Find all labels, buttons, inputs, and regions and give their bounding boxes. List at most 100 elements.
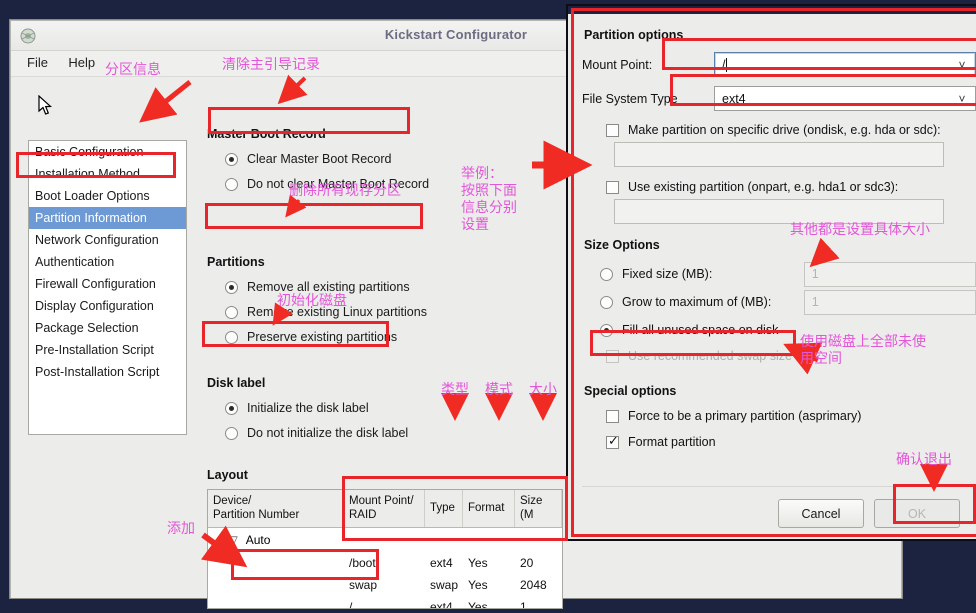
dialog-body: Partition options Mount Point: / ˅ File … <box>568 14 976 528</box>
column-header-type[interactable]: Type <box>425 490 463 527</box>
cell-size: 1 <box>520 600 527 609</box>
column-header-device[interactable]: Device/Partition Number <box>208 490 344 527</box>
radio-indicator <box>225 426 238 440</box>
onpart-label: Use existing partition (onpart, e.g. hda… <box>628 180 899 194</box>
cell-mount-point: / <box>349 600 353 609</box>
radio-initialize-disk-label[interactable]: Initialize the disk label <box>207 397 408 419</box>
grow-max-spinner[interactable]: 1 <box>803 289 976 315</box>
table-row[interactable]: swap swap Yes 2048 <box>208 574 562 596</box>
sidebar-item-installation-method[interactable]: Installation Method <box>29 163 186 185</box>
cell-format: Yes <box>468 600 488 609</box>
radio-indicator <box>225 401 238 415</box>
recommended-swap-label: Use recommended swap size <box>628 349 792 363</box>
radio-remove-all-existing-partitions[interactable]: Remove all existing partitions <box>207 276 427 298</box>
sidebar-item-boot-loader-options[interactable]: Boot Loader Options <box>29 185 186 207</box>
radio-clear-mbr[interactable]: Clear Master Boot Record <box>207 148 429 170</box>
format-partition-row[interactable]: Format partition <box>606 432 976 452</box>
menu-help[interactable]: Help <box>62 51 105 74</box>
asprimary-row[interactable]: Force to be a primary partition (asprima… <box>606 406 976 426</box>
table-group-label: Auto <box>245 533 271 547</box>
radio-label: Do not initialize the disk label <box>247 426 409 440</box>
cell-size: 20 <box>520 556 534 570</box>
cell-mount-point: /boot <box>349 556 376 570</box>
radio-preserve-existing-partitions[interactable]: Preserve existing partitions <box>207 326 427 348</box>
disk-label-group: Disk label Initialize the disk label Do … <box>207 376 408 447</box>
partition-layout-table[interactable]: Device/Partition Number Mount Point/RAID… <box>207 489 563 609</box>
dialog-titlebar <box>568 6 976 14</box>
radio-label: Do not clear Master Boot Record <box>247 177 430 191</box>
radio-remove-existing-linux-partitions[interactable]: Remove existing Linux partitions <box>207 301 427 323</box>
mbr-group-title: Master Boot Record <box>207 127 326 141</box>
radio-label: Remove all existing partitions <box>247 280 410 294</box>
checkbox-indicator <box>606 349 619 363</box>
special-options-title: Special options <box>584 384 677 398</box>
asprimary-label: Force to be a primary partition (asprima… <box>628 409 862 423</box>
screen: Kickstart Configurator File Help Basic C… <box>0 0 976 613</box>
column-header-size[interactable]: Size (M <box>515 490 562 527</box>
grow-max-row[interactable]: Grow to maximum of (MB): 1 <box>582 288 976 316</box>
sidebar-item-partition-information[interactable]: Partition Information <box>29 207 186 229</box>
fs-type-value: ext4 <box>722 91 746 106</box>
ok-button[interactable]: OK <box>874 499 960 528</box>
mount-point-label: Mount Point: <box>582 57 653 72</box>
format-partition-label: Format partition <box>628 435 716 449</box>
sidebar-item-firewall-configuration[interactable]: Firewall Configuration <box>29 273 186 295</box>
sidebar-item-package-selection[interactable]: Package Selection <box>29 317 186 339</box>
cell-mount-point: swap <box>349 578 378 592</box>
table-header-row: Device/Partition Number Mount Point/RAID… <box>208 490 562 528</box>
checkbox-indicator <box>606 123 619 137</box>
column-header-mount-point[interactable]: Mount Point/RAID <box>344 490 425 527</box>
onpart-input[interactable] <box>614 199 944 224</box>
fs-type-row: File System Type ext4 ˅ <box>582 86 976 111</box>
radio-do-not-initialize-disk-label[interactable]: Do not initialize the disk label <box>207 422 408 444</box>
chevron-down-icon[interactable]: ▽ <box>230 535 238 546</box>
onpart-checkbox-row[interactable]: Use existing partition (onpart, e.g. hda… <box>606 177 976 197</box>
table-row[interactable]: / ext4 Yes 1 <box>208 596 562 609</box>
ondisk-checkbox-row[interactable]: Make partition on specific drive (ondisk… <box>606 120 976 140</box>
text-caret <box>726 57 728 72</box>
fixed-size-row[interactable]: Fixed size (MB): 1 <box>582 260 976 288</box>
dialog-section-title: Partition options <box>584 28 684 42</box>
cancel-button[interactable]: Cancel <box>778 499 864 528</box>
grow-max-label: Grow to maximum of (MB): <box>622 295 772 309</box>
cell-type: swap <box>430 578 459 592</box>
sidebar-item-network-configuration[interactable]: Network Configuration <box>29 229 186 251</box>
checkbox-indicator <box>606 180 619 194</box>
checkbox-indicator <box>606 409 619 423</box>
column-header-format[interactable]: Format <box>463 490 515 527</box>
fixed-size-spinner[interactable]: 1 <box>803 261 976 287</box>
mount-point-row: Mount Point: / ˅ <box>582 52 976 77</box>
cell-format: Yes <box>468 578 488 592</box>
mount-point-combobox[interactable]: / ˅ <box>714 52 976 77</box>
fs-type-combobox[interactable]: ext4 ˅ <box>714 86 976 111</box>
mouse-cursor <box>38 95 52 115</box>
recommended-swap-row: Use recommended swap size <box>606 346 976 366</box>
sidebar-item-authentication[interactable]: Authentication <box>29 251 186 273</box>
table-row[interactable]: /boot ext4 Yes 20 <box>208 552 562 574</box>
partitions-group: Partitions Remove all existing partition… <box>207 255 427 351</box>
radio-indicator <box>600 323 613 337</box>
radio-indicator <box>600 295 613 309</box>
chevron-down-icon[interactable]: ˅ <box>949 86 975 111</box>
section-list[interactable]: Basic Configuration Installation Method … <box>28 140 187 435</box>
size-options-title: Size Options <box>584 238 660 252</box>
menu-file[interactable]: File <box>21 51 58 74</box>
sidebar-item-post-installation-script[interactable]: Post-Installation Script <box>29 361 186 383</box>
radio-do-not-clear-mbr[interactable]: Do not clear Master Boot Record <box>207 173 429 195</box>
fill-unused-space-label: Fill all unused space on disk <box>622 323 779 337</box>
table-group-row-auto[interactable]: ▽ Auto <box>208 528 562 552</box>
master-boot-record-group: Master Boot Record Clear Master Boot Rec… <box>207 127 429 198</box>
sidebar-item-pre-installation-script[interactable]: Pre-Installation Script <box>29 339 186 361</box>
partitions-group-title: Partitions <box>207 255 265 269</box>
dialog-buttons: Cancel OK <box>582 486 976 528</box>
radio-label: Clear Master Boot Record <box>247 152 392 166</box>
ondisk-label: Make partition on specific drive (ondisk… <box>628 123 941 137</box>
sidebar-item-basic-configuration[interactable]: Basic Configuration <box>29 141 186 163</box>
radio-label: Preserve existing partitions <box>247 330 398 344</box>
sidebar-item-display-configuration[interactable]: Display Configuration <box>29 295 186 317</box>
fill-unused-space-row[interactable]: Fill all unused space on disk <box>582 316 976 344</box>
cell-type: ext4 <box>430 600 453 609</box>
ondisk-input[interactable] <box>614 142 944 167</box>
radio-indicator <box>225 152 238 166</box>
chevron-down-icon[interactable]: ˅ <box>949 52 975 77</box>
